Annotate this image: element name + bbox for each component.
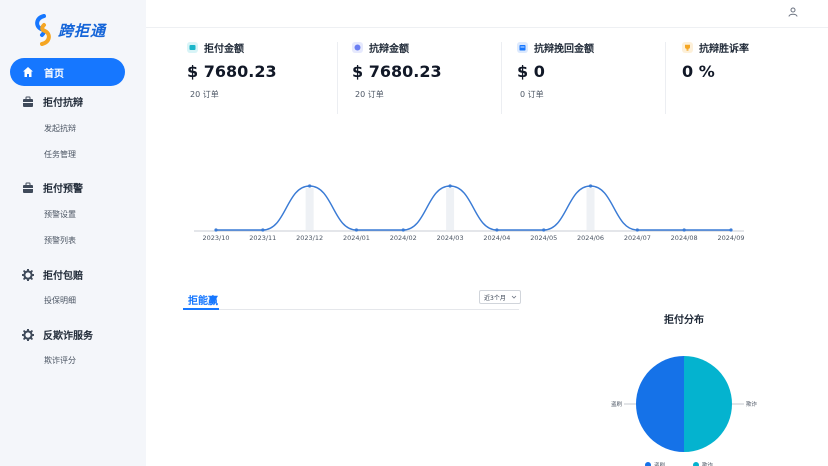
data-point[interactable]: [448, 184, 452, 188]
gear-icon: [22, 268, 34, 281]
briefcase-icon: [23, 182, 33, 193]
x-tick-label: 2023/11: [249, 234, 276, 242]
x-tick-label: 2024/01: [343, 234, 370, 242]
trend-line-chart: 2023/10 2023/11 2023/12 2024/01 2024/02 2024/…: [194, 184, 745, 242]
x-tick-label: 2024/07: [624, 234, 651, 242]
sidebar-item-alert-settings[interactable]: 预警设置: [44, 209, 76, 220]
sidebar-group-chargeback-alert[interactable]: 拒付预警: [22, 180, 83, 195]
data-point[interactable]: [261, 228, 265, 232]
x-tick-label: 2024/02: [390, 234, 417, 242]
stat-value: $ 7680.23: [352, 62, 442, 81]
x-tick-label: 2024/03: [437, 234, 464, 242]
stat-card-dispute-amount: 抗辩金额 $ 7680.23 20 订单: [352, 40, 502, 116]
stat-card-win-rate: 抗辩胜诉率 0 %: [682, 40, 822, 116]
top-bar: [146, 0, 828, 28]
sidebar-item-insurance-details[interactable]: 投保明细: [44, 295, 76, 306]
chevron-down-icon: [511, 295, 517, 299]
pie-slice[interactable]: [684, 356, 732, 452]
time-range-select[interactable]: 近3个月: [479, 290, 521, 304]
data-point[interactable]: [729, 228, 733, 232]
divider: [665, 42, 666, 114]
sidebar-item-fraud-score[interactable]: 欺诈评分: [44, 355, 76, 366]
stat-sub: 0 订单: [520, 90, 544, 99]
stat-title: 抗辩胜诉率: [699, 44, 749, 55]
logo-icon: [35, 14, 51, 46]
sidebar-item-initiate-dispute[interactable]: 发起抗辩: [44, 123, 76, 134]
sidebar-item-alert-list[interactable]: 预警列表: [44, 235, 76, 246]
sidebar-group-label: 拒付预警: [43, 184, 83, 195]
data-point[interactable]: [682, 228, 686, 232]
x-tick-label: 2023/12: [296, 234, 323, 242]
data-point[interactable]: [542, 228, 546, 232]
sidebar-group-label: 反欺诈服务: [43, 331, 93, 342]
sidebar-item-home[interactable]: 首页: [10, 58, 125, 86]
gear-icon: [22, 328, 34, 341]
app-window: 跨拒通 首页 拒付抗辩 发起抗辩 任务管理 拒付预警 预警设置 预警列表 拒付包…: [0, 0, 828, 466]
sidebar-item-task-management[interactable]: 任务管理: [44, 149, 76, 160]
peak-highlight-band: [305, 188, 314, 230]
stat-value: 0 %: [682, 62, 715, 81]
legend-label: 欺诈: [702, 461, 714, 466]
data-point[interactable]: [401, 228, 405, 232]
data-point[interactable]: [588, 184, 593, 188]
sidebar: 跨拒通 首页 拒付抗辩 发起抗辩 任务管理 拒付预警 预警设置 预警列表 拒付包…: [0, 0, 146, 466]
series-line: [215, 185, 731, 231]
stat-card-recovered-amount: 抗辩挽回金额 $ 0 0 订单: [517, 40, 667, 116]
shield-icon: [352, 42, 363, 53]
sidebar-group-anti-fraud[interactable]: 反欺诈服务: [22, 327, 93, 342]
pie-slice-label: 盗刷: [611, 400, 623, 408]
stat-sub: 20 订单: [355, 90, 384, 99]
sidebar-group-label: 拒付包赔: [43, 271, 83, 282]
x-tick-label: 2024/06: [577, 234, 604, 242]
divider: [501, 42, 502, 114]
logo[interactable]: 跨拒通: [32, 14, 106, 46]
pie-slice[interactable]: [636, 356, 684, 452]
stat-card-chargeback-amount: 拒付金额 $ 7680.23 20 订单: [187, 40, 337, 116]
x-tick-label: 2023/10: [202, 234, 229, 242]
stat-title: 抗辩金额: [369, 44, 409, 55]
x-tick-label: 2024/08: [671, 234, 698, 242]
divider: [337, 42, 338, 114]
x-tick-label: 2024/04: [483, 234, 510, 242]
legend-marker[interactable]: [693, 462, 699, 466]
stat-title: 抗辩挽回金额: [534, 44, 594, 55]
data-point[interactable]: [495, 228, 499, 232]
sidebar-group-chargeback-dispute[interactable]: 拒付抗辩: [22, 94, 83, 109]
sidebar-group-chargeback-guarantee[interactable]: 拒付包赔: [22, 267, 83, 282]
peak-highlight-band: [586, 188, 595, 230]
data-point[interactable]: [214, 228, 218, 232]
trophy-icon: [682, 42, 693, 53]
peak-highlight-band: [446, 188, 455, 230]
user-icon[interactable]: [788, 7, 798, 17]
pie-chart-title: 拒付分布: [664, 315, 704, 326]
sidebar-item-label: 首页: [44, 68, 64, 80]
x-tick-label: 2024/09: [717, 234, 744, 242]
legend-label: 盗刷: [654, 461, 666, 466]
tab-active[interactable]: 拒能赢: [188, 292, 218, 307]
time-range-value: 近3个月: [484, 294, 506, 302]
stat-value: $ 0: [517, 62, 545, 81]
app-name: 跨拒通: [58, 21, 107, 40]
sidebar-group-label: 拒付抗辩: [43, 98, 83, 109]
tab-active-indicator: [183, 308, 219, 310]
x-tick-label: 2024/05: [530, 234, 557, 242]
stat-title: 拒付金额: [204, 44, 244, 55]
calendar-icon: [517, 42, 528, 53]
pie-slice-label: 欺诈: [746, 400, 758, 408]
stat-sub: 20 订单: [190, 90, 219, 99]
distribution-pie-chart: 盗刷盗刷欺诈欺诈: [611, 356, 758, 466]
stat-value: $ 7680.23: [187, 62, 277, 81]
data-point[interactable]: [354, 228, 359, 232]
home-icon: [23, 67, 33, 77]
briefcase-icon: [23, 96, 33, 107]
tab-bar-divider: [183, 309, 519, 310]
data-point[interactable]: [635, 228, 639, 232]
legend-marker[interactable]: [645, 462, 651, 466]
wallet-icon: [187, 42, 198, 53]
data-point[interactable]: [308, 184, 312, 188]
